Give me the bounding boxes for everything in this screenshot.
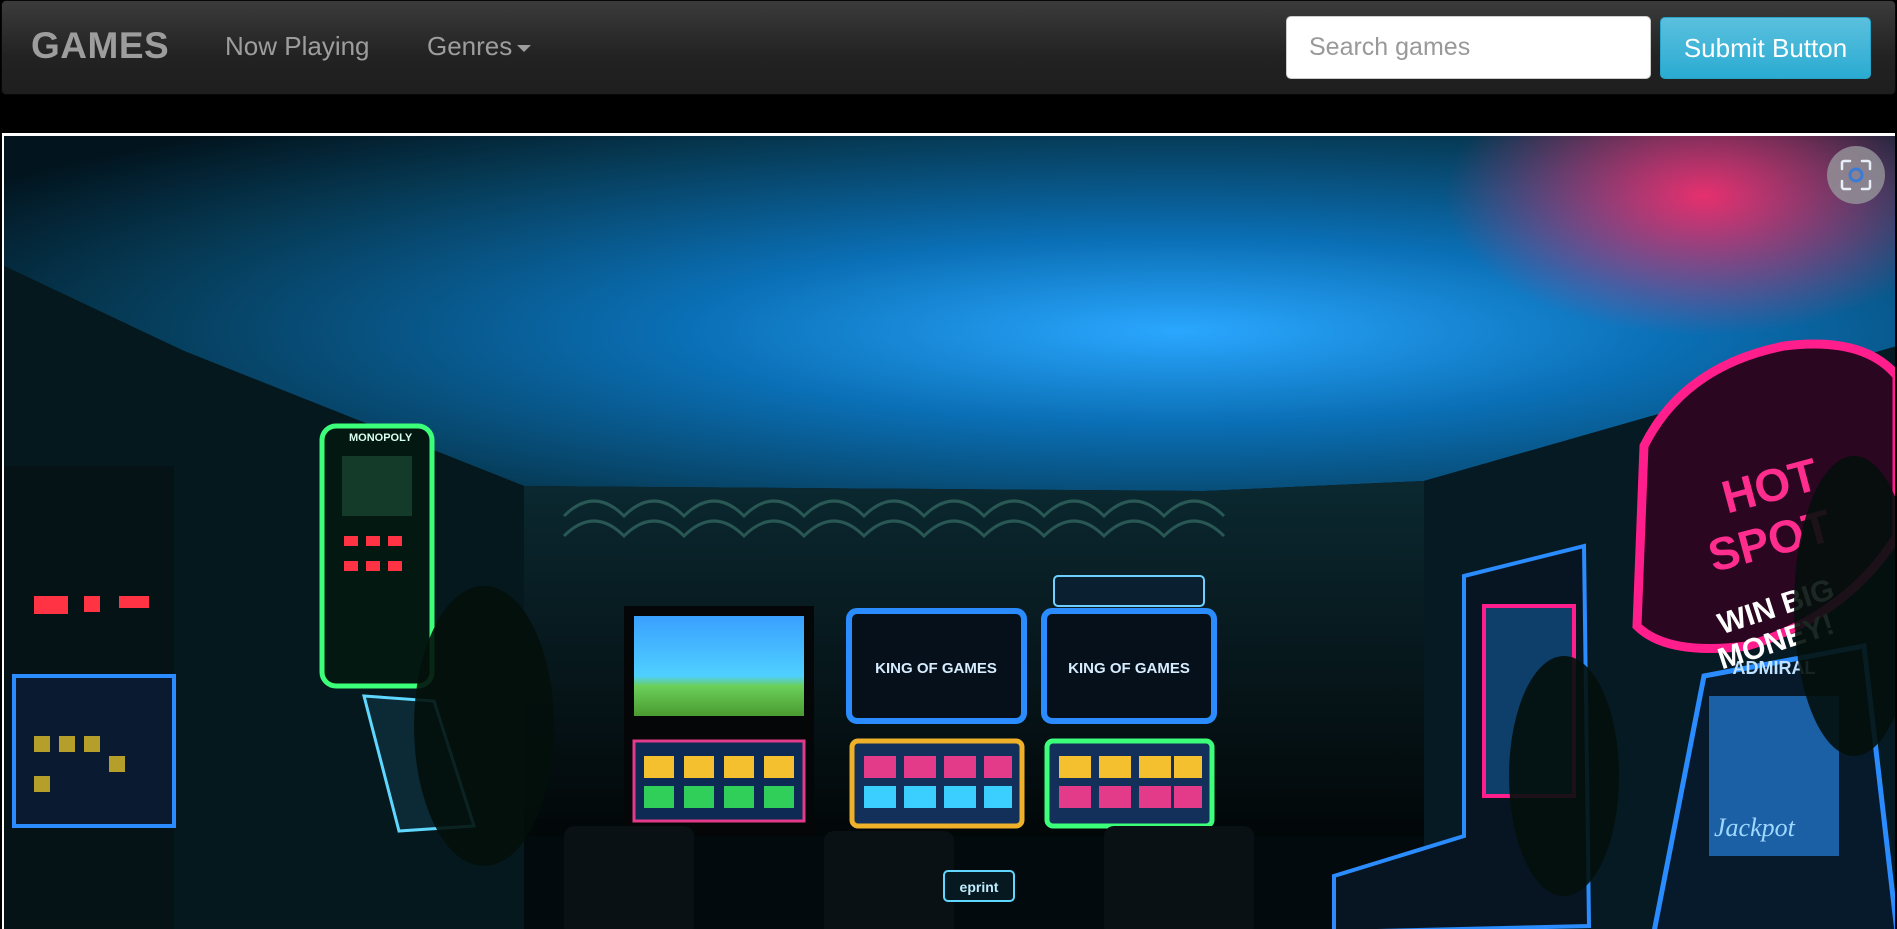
nav-genres-dropdown[interactable]: Genres bbox=[427, 31, 532, 62]
lens-icon bbox=[1840, 159, 1872, 191]
svg-text:MONOPOLY: MONOPOLY bbox=[349, 432, 413, 444]
brand-logo[interactable]: GAMES bbox=[31, 25, 169, 67]
nav-now-playing[interactable]: Now Playing bbox=[225, 31, 370, 62]
search-input[interactable] bbox=[1286, 16, 1651, 79]
caret-down-icon bbox=[517, 44, 532, 52]
nav-genres-label: Genres bbox=[427, 31, 513, 61]
hero-image: MONOPOLY KING OF GAMES KING OF GAMES epr… bbox=[2, 133, 1895, 929]
top-navbar: GAMES Now Playing Genres Submit Button bbox=[1, 0, 1896, 95]
svg-text:Jackpot: Jackpot bbox=[1714, 813, 1796, 842]
svg-text:eprint: eprint bbox=[960, 879, 999, 895]
svg-text:KING OF GAMES: KING OF GAMES bbox=[875, 660, 997, 677]
visual-search-icon[interactable] bbox=[1827, 146, 1885, 204]
arcade-room-image: MONOPOLY KING OF GAMES KING OF GAMES epr… bbox=[4, 136, 1895, 929]
submit-button[interactable]: Submit Button bbox=[1660, 17, 1871, 79]
svg-text:KING OF GAMES: KING OF GAMES bbox=[1068, 660, 1190, 677]
